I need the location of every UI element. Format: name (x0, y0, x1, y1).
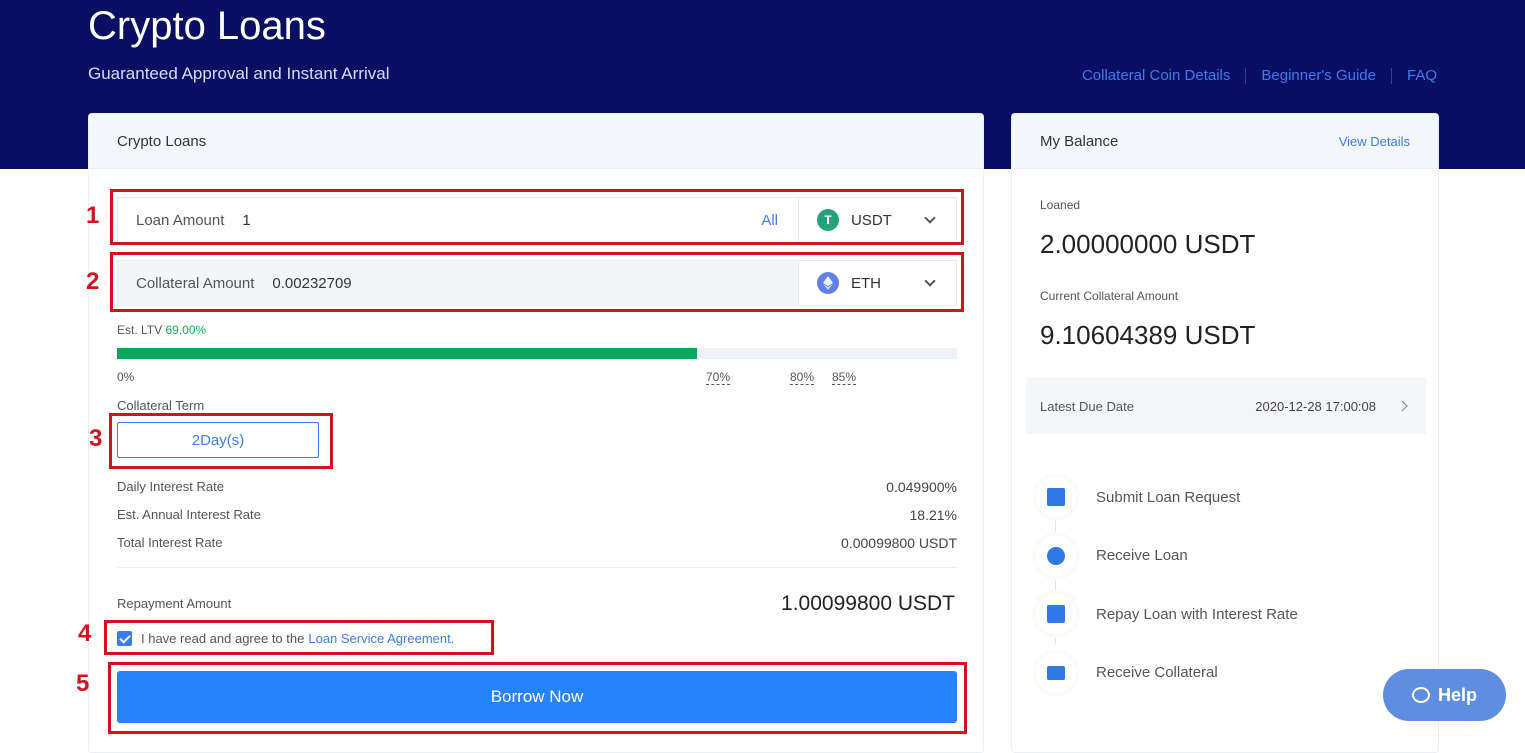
annual-interest-label: Est. Annual Interest Rate (117, 507, 261, 522)
annual-interest-value: 18.21% (909, 507, 957, 523)
help-label: Help (1437, 684, 1477, 705)
ltv-value: 69.00% (165, 323, 207, 337)
ltv-progress-fill (117, 348, 697, 359)
divider (117, 567, 957, 568)
current-collateral-label: Current Collateral Amount (1040, 289, 1179, 303)
step-label: Repay Loan with Interest Rate (1096, 605, 1298, 623)
loaned-value: 2.00000000 USDT (1040, 229, 1256, 259)
ltv-tick-0: 0% (117, 370, 135, 384)
collateral-term-label: Collateral Term (117, 398, 205, 413)
total-interest-row: Total Interest Rate 0.00099800 USDT (117, 535, 957, 551)
step-label: Receive Loan (1096, 547, 1188, 565)
balance-title: My Balance (1040, 132, 1119, 150)
ltv-tick-85[interactable]: 85% (832, 370, 857, 385)
total-interest-label: Total Interest Rate (117, 535, 223, 550)
page-title: Crypto Loans (88, 4, 326, 48)
latest-due-date-row[interactable]: Latest Due Date 2020-12-28 17:00:08 (1026, 378, 1426, 434)
step-item: Submit Loan Request (1036, 468, 1298, 527)
view-details-link[interactable]: View Details (1339, 134, 1410, 149)
daily-interest-row: Daily Interest Rate 0.049900% (117, 479, 957, 495)
beginners-guide-link[interactable]: Beginner's Guide (1261, 67, 1376, 84)
faq-link[interactable]: FAQ (1407, 67, 1437, 84)
step-item: Receive Collateral (1036, 644, 1298, 703)
annual-interest-row: Est. Annual Interest Rate 18.21% (117, 507, 957, 523)
annotation-number-5: 5 (76, 670, 90, 697)
link-divider (1390, 67, 1392, 84)
ltv-tick-70[interactable]: 70% (706, 370, 731, 385)
loaned-label: Loaned (1040, 198, 1081, 212)
ltv-label: Est. LTV 69.00% (117, 323, 206, 337)
chat-bubble-icon (1411, 687, 1430, 703)
due-date-label: Latest Due Date (1040, 398, 1134, 414)
due-date-value: 2020-12-28 17:00:08 (1255, 398, 1376, 414)
ltv-progress-bar (117, 348, 957, 359)
coin-receive-icon (1036, 535, 1076, 576)
repayment-value: 1.00099800 USDT (781, 592, 955, 615)
annotation-box-4 (104, 620, 494, 655)
step-label: Receive Collateral (1096, 664, 1218, 682)
loan-steps: Submit Loan Request Receive Loan Repay L… (1036, 468, 1298, 702)
wallet-icon (1036, 652, 1076, 693)
balance-card: My Balance View Details Loaned 2.0000000… (1011, 113, 1439, 753)
annotation-number-3: 3 (89, 425, 103, 452)
annotation-number-4: 4 (78, 620, 92, 647)
header-links: Collateral Coin Details Beginner's Guide… (1082, 67, 1437, 84)
daily-interest-label: Daily Interest Rate (117, 479, 224, 494)
annotation-box-5 (108, 662, 967, 734)
annotation-box-3 (109, 413, 333, 469)
step-item: Receive Loan (1036, 527, 1298, 586)
loan-form-title: Crypto Loans (117, 132, 207, 150)
repay-icon (1036, 594, 1076, 635)
balance-header: My Balance View Details (1012, 114, 1438, 169)
link-divider (1245, 67, 1247, 84)
collateral-coin-details-link[interactable]: Collateral Coin Details (1082, 67, 1230, 84)
chevron-right-icon (1396, 400, 1408, 412)
annotation-box-1 (110, 189, 964, 245)
annotation-number-1: 1 (86, 202, 100, 229)
ltv-tick-80[interactable]: 80% (790, 370, 815, 385)
help-button[interactable]: Help (1383, 669, 1506, 721)
loan-form-header: Crypto Loans (89, 114, 983, 169)
annotation-box-2 (110, 252, 964, 312)
annotation-number-2: 2 (86, 268, 100, 295)
current-collateral-value: 9.10604389 USDT (1040, 320, 1256, 350)
total-interest-value: 0.00099800 USDT (841, 535, 957, 551)
daily-interest-value: 0.049900% (886, 479, 957, 495)
repayment-label: Repayment Amount (117, 596, 232, 611)
step-label: Submit Loan Request (1096, 488, 1241, 506)
ltv-label-text: Est. LTV (117, 323, 163, 337)
page-subtitle: Guaranteed Approval and Instant Arrival (88, 64, 390, 83)
document-icon (1036, 477, 1076, 518)
step-item: Repay Loan with Interest Rate (1036, 585, 1298, 644)
